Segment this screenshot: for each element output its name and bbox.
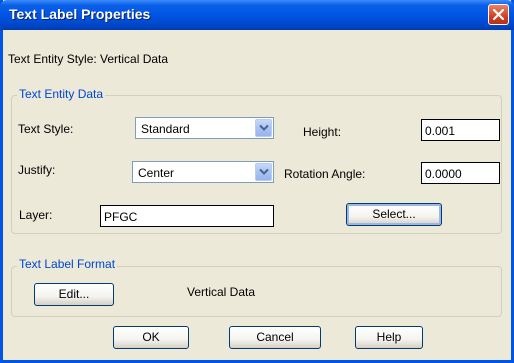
layer-field[interactable]: PFGC xyxy=(100,205,274,227)
layer-value: PFGC xyxy=(104,210,138,224)
close-icon xyxy=(493,9,504,20)
text-style-dropdown-button[interactable] xyxy=(255,119,272,137)
justify-label: Justify: xyxy=(18,163,56,177)
close-button[interactable] xyxy=(488,4,509,25)
help-button[interactable]: Help xyxy=(355,326,423,349)
text-style-value: Standard xyxy=(141,122,190,136)
rotation-angle-value: 0.0000 xyxy=(425,167,462,181)
edit-button[interactable]: Edit... xyxy=(34,283,114,306)
dialog-title: Text Label Properties xyxy=(9,6,151,22)
select-button[interactable]: Select... xyxy=(346,203,442,226)
justify-dropdown-button[interactable] xyxy=(255,163,272,181)
chevron-down-icon xyxy=(259,168,269,175)
text-label-format-legend: Text Label Format xyxy=(17,257,118,271)
cancel-button[interactable]: Cancel xyxy=(229,326,321,349)
layer-label: Layer: xyxy=(19,208,53,222)
ok-button[interactable]: OK xyxy=(113,326,189,349)
height-field[interactable]: 0.001 xyxy=(421,119,500,141)
height-label: Height: xyxy=(303,125,342,139)
rotation-angle-label: Rotation Angle: xyxy=(284,167,366,181)
chevron-down-icon xyxy=(259,124,269,131)
dialog-window: Text Label Properties Text Entity Style:… xyxy=(0,0,514,363)
title-bar[interactable]: Text Label Properties xyxy=(0,0,514,30)
text-entity-data-legend: Text Entity Data xyxy=(17,87,106,101)
text-style-select[interactable]: Standard xyxy=(135,117,274,139)
justify-value: Center xyxy=(138,166,175,180)
text-entity-style-line: Text Entity Style: Vertical Data xyxy=(8,52,169,66)
format-value: Vertical Data xyxy=(187,285,256,299)
justify-select[interactable]: Center xyxy=(132,161,274,183)
height-value: 0.001 xyxy=(425,124,456,138)
text-style-label: Text Style: xyxy=(18,122,74,136)
rotation-angle-field[interactable]: 0.0000 xyxy=(421,162,500,184)
